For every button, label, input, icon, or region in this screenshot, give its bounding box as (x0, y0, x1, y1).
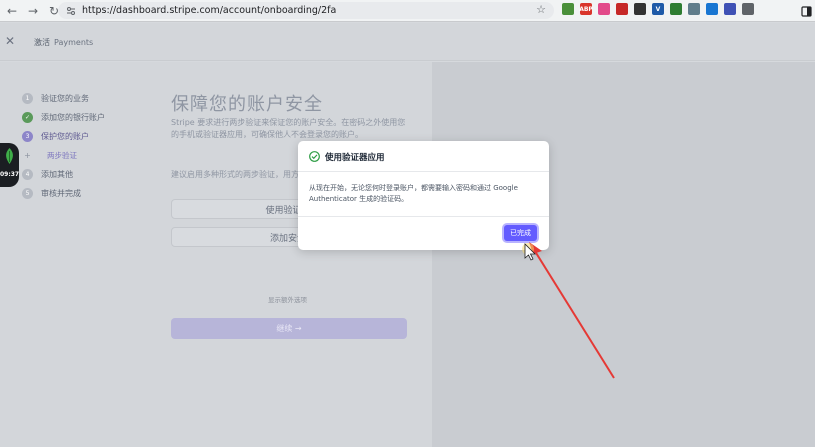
dialog-divider (298, 216, 549, 217)
leaf-icon (6, 148, 13, 164)
blue-ext-icon[interactable] (706, 3, 718, 15)
step-number: 3 (22, 131, 33, 142)
step-item-bank-account[interactable]: ✓ 添加您的银行账户 (22, 108, 105, 127)
section-description: Stripe 要求进行两步验证来保证您的账户安全。在密码之外使用您的手机或验证器… (171, 118, 406, 139)
abp-ext-icon[interactable]: ABP (579, 3, 593, 15)
site-info-icon[interactable] (64, 4, 78, 18)
browser-toolbar: ← → ↻ https://dashboard.stripe.com/accou… (0, 0, 815, 22)
step-item-secure-account[interactable]: 3 保护您的账户 (22, 127, 105, 146)
step-label: 验证您的业务 (41, 94, 89, 103)
pie-ext-icon[interactable] (634, 3, 646, 15)
step-number: 4 (22, 169, 33, 180)
page-header: ✕ 激活 Payments (0, 23, 815, 61)
dialog-header: 使用验证器应用 (298, 141, 549, 172)
counter-ext-icon[interactable] (724, 3, 736, 15)
puzzle-ext-icon[interactable] (742, 3, 754, 15)
dialog-title: 使用验证器应用 (325, 153, 385, 163)
show-more-options-link[interactable]: 显示额外选项 (268, 294, 307, 304)
sidebar-toggle-icon[interactable] (797, 2, 815, 20)
bookmark-star-icon[interactable]: ☆ (536, 3, 546, 16)
step-label: 审核并完成 (41, 189, 81, 198)
step-item-verify-business[interactable]: 1 验证您的业务 (22, 89, 105, 108)
check-circle-icon (309, 151, 320, 162)
forward-icon[interactable]: → (24, 2, 42, 20)
plus-icon: + (24, 151, 31, 160)
robot-ext-icon[interactable] (688, 3, 700, 15)
dialog-body: 从现在开始，无论您何时登录账户，都需要输入密码和通过 Google Authen… (309, 184, 518, 203)
back-icon[interactable]: ← (3, 2, 21, 20)
tree-ext-icon[interactable] (670, 3, 682, 15)
close-icon[interactable]: ✕ (5, 34, 15, 48)
step-list: 1 验证您的业务 ✓ 添加您的银行账户 3 保护您的账户 + 两步验证 4 添加… (22, 89, 105, 203)
timer-time: 09:37 (0, 171, 20, 178)
red-ext-icon[interactable] (616, 3, 628, 15)
image-ext-icon[interactable] (562, 3, 574, 15)
address-bar[interactable]: https://dashboard.stripe.com/account/onb… (58, 2, 554, 19)
url-text[interactable]: https://dashboard.stripe.com/account/onb… (82, 5, 336, 16)
authenticator-dialog: 使用验证器应用 从现在开始，无论您何时登录账户，都需要输入密码和通过 Googl… (298, 141, 549, 250)
step-number: 5 (22, 188, 33, 199)
pink-ext-icon[interactable] (598, 3, 610, 15)
step-done-icon: ✓ (22, 112, 33, 123)
step-number: 1 (22, 93, 33, 104)
timer-widget[interactable]: 09:37 (0, 143, 19, 187)
page-title: 激活 Payments (34, 38, 94, 47)
step-label: 保护您的账户 (41, 132, 89, 141)
step-item-add-other[interactable]: 4 添加其他 (22, 165, 105, 184)
step-label: 添加其他 (41, 170, 73, 179)
section-title: 保障您的账户安全 (171, 94, 323, 115)
substep-label: 两步验证 (47, 151, 77, 160)
extensions-bar: ABP V (562, 3, 754, 15)
right-pane (432, 62, 815, 447)
step-item-review[interactable]: 5 审核并完成 (22, 184, 105, 203)
left-pane: 1 验证您的业务 ✓ 添加您的银行账户 3 保护您的账户 + 两步验证 4 添加… (0, 62, 432, 447)
continue-button[interactable]: 继续 → (171, 318, 407, 339)
substep-two-factor[interactable]: + 两步验证 (22, 146, 105, 165)
v-ext-icon[interactable]: V (652, 3, 664, 15)
step-label: 添加您的银行账户 (41, 113, 105, 122)
done-button[interactable]: 已完成 (504, 225, 537, 241)
